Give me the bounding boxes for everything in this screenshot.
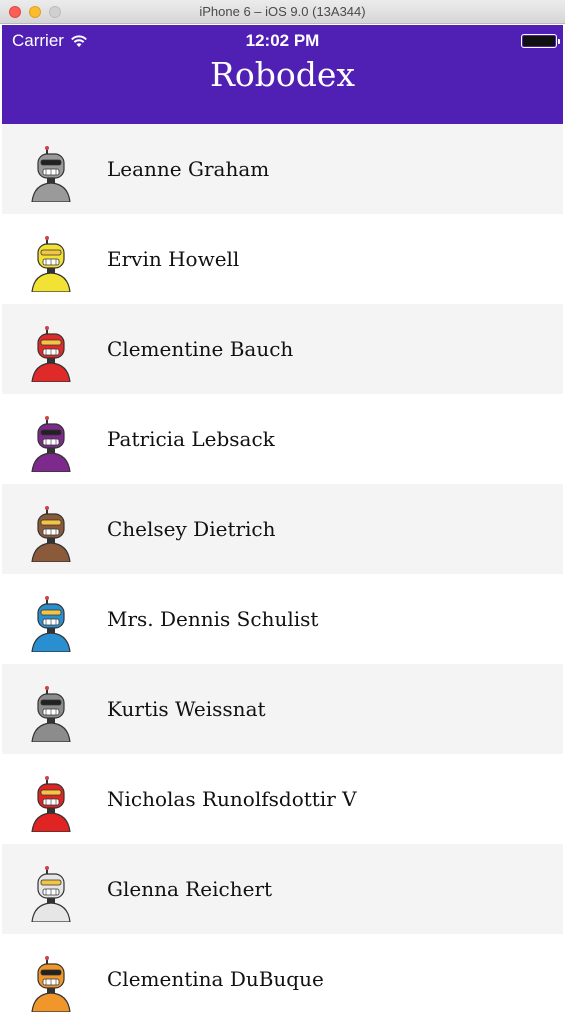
robot-name: Clementine Bauch xyxy=(107,337,294,361)
navigation-bar: Carrier 12:02 PM Robodex xyxy=(2,25,563,124)
robot-list: Leanne Graham Ervin Howell Clementine Ba… xyxy=(2,124,563,1024)
robot-list-item[interactable]: Mrs. Dennis Schulist xyxy=(2,574,563,664)
robot-avatar-red-icon xyxy=(24,776,80,833)
robot-list-item[interactable]: Clementina DuBuque xyxy=(2,934,563,1024)
robot-avatar-purple-icon xyxy=(24,416,80,473)
robot-name: Chelsey Dietrich xyxy=(107,517,276,541)
robot-list-item[interactable]: Clementine Bauch xyxy=(2,304,563,394)
robot-list-item[interactable]: Glenna Reichert xyxy=(2,844,563,934)
robot-list-item[interactable]: Ervin Howell xyxy=(2,214,563,304)
robot-list-item[interactable]: Chelsey Dietrich xyxy=(2,484,563,574)
simulator-window: iPhone 6 – iOS 9.0 (13A344) Carrier 12:0… xyxy=(0,0,565,1026)
robot-list-item[interactable]: Leanne Graham xyxy=(2,124,563,214)
robot-avatar-brown-icon xyxy=(24,506,80,563)
robot-avatar-yellow-icon xyxy=(24,236,80,293)
robot-list-item[interactable]: Patricia Lebsack xyxy=(2,394,563,484)
robot-avatar-gray-icon xyxy=(24,686,80,743)
robot-name: Glenna Reichert xyxy=(107,877,273,901)
robot-avatar-white-icon xyxy=(24,866,80,923)
robot-name: Mrs. Dennis Schulist xyxy=(107,607,319,631)
robot-avatar-blue-icon xyxy=(24,596,80,653)
window-title: iPhone 6 – iOS 9.0 (13A344) xyxy=(199,4,366,19)
robot-list-item[interactable]: Kurtis Weissnat xyxy=(2,664,563,754)
robot-name: Leanne Graham xyxy=(107,157,270,181)
robot-avatar-gray-icon xyxy=(24,146,80,203)
battery-icon xyxy=(521,34,560,48)
robot-name: Kurtis Weissnat xyxy=(107,697,266,721)
robot-avatar-orange-icon xyxy=(24,956,80,1013)
robot-name: Clementina DuBuque xyxy=(107,967,324,991)
robot-name: Patricia Lebsack xyxy=(107,427,275,451)
robot-name: Ervin Howell xyxy=(107,247,240,271)
robot-name: Nicholas Runolfsdottir V xyxy=(107,787,357,811)
page-title: Robodex xyxy=(210,55,355,94)
window-titlebar: iPhone 6 – iOS 9.0 (13A344) xyxy=(0,0,565,24)
robot-list-item[interactable]: Nicholas Runolfsdottir V xyxy=(2,754,563,844)
robot-avatar-red-icon xyxy=(24,326,80,383)
status-time: 12:02 PM xyxy=(245,31,320,50)
